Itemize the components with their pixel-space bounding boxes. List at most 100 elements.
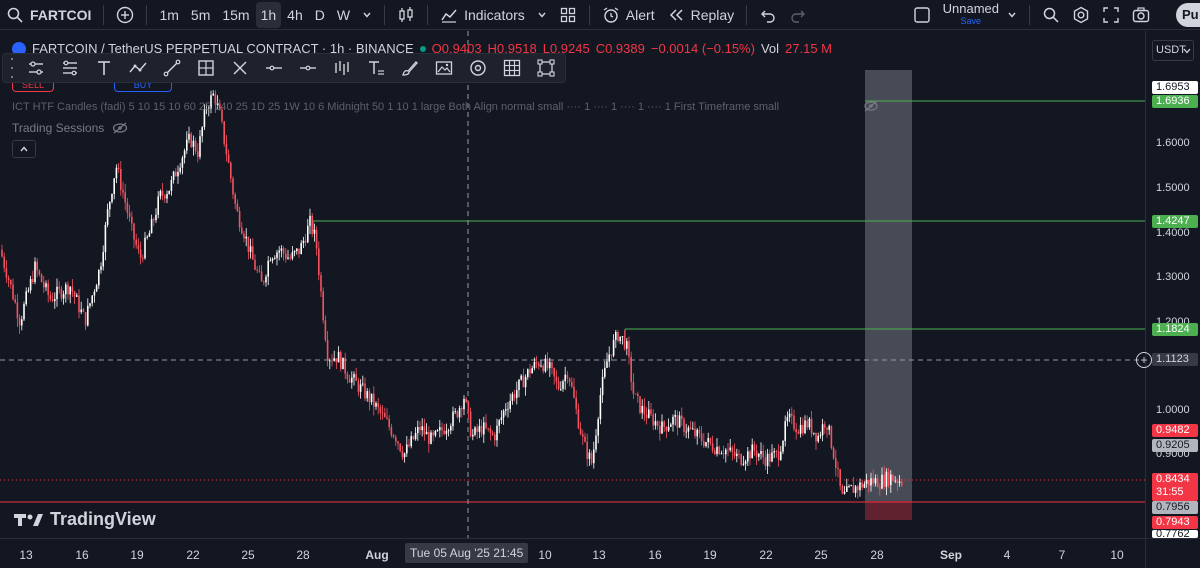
candle-body[interactable] (40, 274, 43, 283)
candle-body[interactable] (280, 248, 283, 251)
candle-body[interactable] (315, 229, 318, 249)
candle-body[interactable] (788, 413, 791, 418)
candle-body[interactable] (137, 245, 140, 250)
candle-body[interactable] (267, 260, 269, 277)
visibility-tool[interactable] (463, 55, 493, 81)
candle-body[interactable] (43, 282, 45, 288)
candle-body[interactable] (606, 361, 608, 368)
candle-body[interactable] (727, 449, 729, 451)
time-axis[interactable]: 13 16 19 22 25 28 Aug 10 13 16 19 22 25 … (0, 538, 1145, 568)
quick-search-button[interactable] (1036, 0, 1066, 30)
add-alert-icon[interactable]: + (1136, 352, 1152, 368)
candle-body[interactable] (577, 408, 580, 429)
candle-body[interactable] (687, 427, 690, 432)
candle-body[interactable] (60, 288, 63, 299)
price-tag-level-1[interactable]: 1.6936 (1152, 95, 1198, 108)
candle-body[interactable] (192, 140, 195, 147)
candle-body[interactable] (115, 167, 118, 179)
candle-body[interactable] (791, 413, 793, 416)
candle-body[interactable] (36, 261, 38, 271)
candle-body[interactable] (652, 414, 654, 426)
candle-body[interactable] (419, 426, 421, 431)
candle-body[interactable] (23, 304, 25, 320)
candle-body[interactable] (626, 341, 628, 349)
candle-body[interactable] (348, 379, 351, 383)
candle-body[interactable] (366, 391, 368, 399)
candle-body[interactable] (390, 427, 393, 436)
candle-body[interactable] (502, 410, 505, 418)
candle-body[interactable] (896, 480, 899, 484)
candle-body[interactable] (663, 421, 665, 427)
candle-body[interactable] (412, 436, 415, 440)
candle-body[interactable] (331, 360, 333, 362)
candle-body[interactable] (5, 267, 8, 278)
candle-body[interactable] (476, 427, 478, 432)
candle-body[interactable] (643, 405, 646, 415)
candle-body[interactable] (381, 412, 384, 414)
candle-body[interactable] (610, 354, 613, 356)
price-tag-red-2[interactable]: 0.7943 (1152, 516, 1198, 529)
candle-body[interactable] (711, 443, 714, 451)
candle-body[interactable] (144, 237, 146, 259)
candle-body[interactable] (326, 339, 329, 361)
candle-body[interactable] (408, 444, 410, 447)
candle-body[interactable] (287, 257, 289, 259)
candle-body[interactable] (518, 379, 520, 391)
candle-body[interactable] (821, 424, 824, 436)
candle-body[interactable] (362, 383, 364, 385)
candle-body[interactable] (533, 361, 536, 369)
price-tag-gray-1[interactable]: 0.9205 (1152, 439, 1198, 452)
candle-body[interactable] (359, 384, 362, 392)
price-tag-level-2[interactable]: 1.4247 (1152, 215, 1198, 228)
candle-body[interactable] (469, 411, 472, 437)
candle-body[interactable] (183, 150, 186, 158)
candle-body[interactable] (150, 219, 153, 234)
candle-body[interactable] (256, 269, 258, 271)
candle-body[interactable] (472, 434, 474, 437)
layout-name[interactable]: Unnamed Save (943, 2, 999, 27)
candle-body[interactable] (890, 474, 892, 486)
candle-body[interactable] (553, 367, 555, 377)
candle-body[interactable] (617, 332, 619, 342)
candle-body[interactable] (32, 279, 34, 282)
candle-body[interactable] (67, 284, 69, 295)
price-tag-top[interactable]: 1.6953 (1152, 81, 1198, 94)
candle-body[interactable] (238, 211, 241, 228)
candle-body[interactable] (579, 428, 582, 435)
candle-body[interactable] (722, 453, 725, 455)
candle-body[interactable] (830, 425, 833, 448)
candle-body[interactable] (164, 195, 166, 199)
publish-button[interactable]: Pu (1176, 2, 1200, 27)
candle-body[interactable] (817, 435, 819, 442)
candle-body[interactable] (318, 248, 320, 276)
candle-body[interactable] (7, 277, 10, 281)
candle-body[interactable] (289, 257, 291, 259)
candle-body[interactable] (883, 474, 885, 487)
price-tag-bottom[interactable]: 0.7762 (1152, 530, 1198, 538)
candle-body[interactable] (245, 236, 247, 239)
line-tool[interactable] (157, 55, 187, 81)
candle-body[interactable] (241, 227, 243, 234)
candle-body[interactable] (659, 425, 661, 434)
candle-body[interactable] (509, 400, 511, 409)
tf-5m[interactable]: 5m (185, 0, 216, 30)
templates-button[interactable] (553, 0, 583, 30)
candle-body[interactable] (648, 409, 650, 418)
candle-body[interactable] (564, 374, 566, 382)
candle-body[interactable] (181, 157, 184, 168)
candle-body[interactable] (126, 202, 129, 213)
candle-body[interactable] (47, 283, 49, 296)
candle-body[interactable] (700, 433, 703, 442)
candle-body[interactable] (340, 351, 342, 370)
candle-body[interactable] (186, 139, 188, 151)
candle-body[interactable] (465, 398, 467, 402)
candle-body[interactable] (597, 419, 599, 436)
image-tool[interactable] (429, 55, 459, 81)
candle-body[interactable] (489, 428, 492, 433)
candle-body[interactable] (452, 411, 454, 427)
candle-body[interactable] (304, 240, 307, 243)
candle-body[interactable] (278, 250, 280, 253)
candle-body[interactable] (333, 358, 335, 361)
symbol-search[interactable]: FARTCOI (0, 0, 97, 30)
candle-body[interactable] (621, 336, 624, 337)
